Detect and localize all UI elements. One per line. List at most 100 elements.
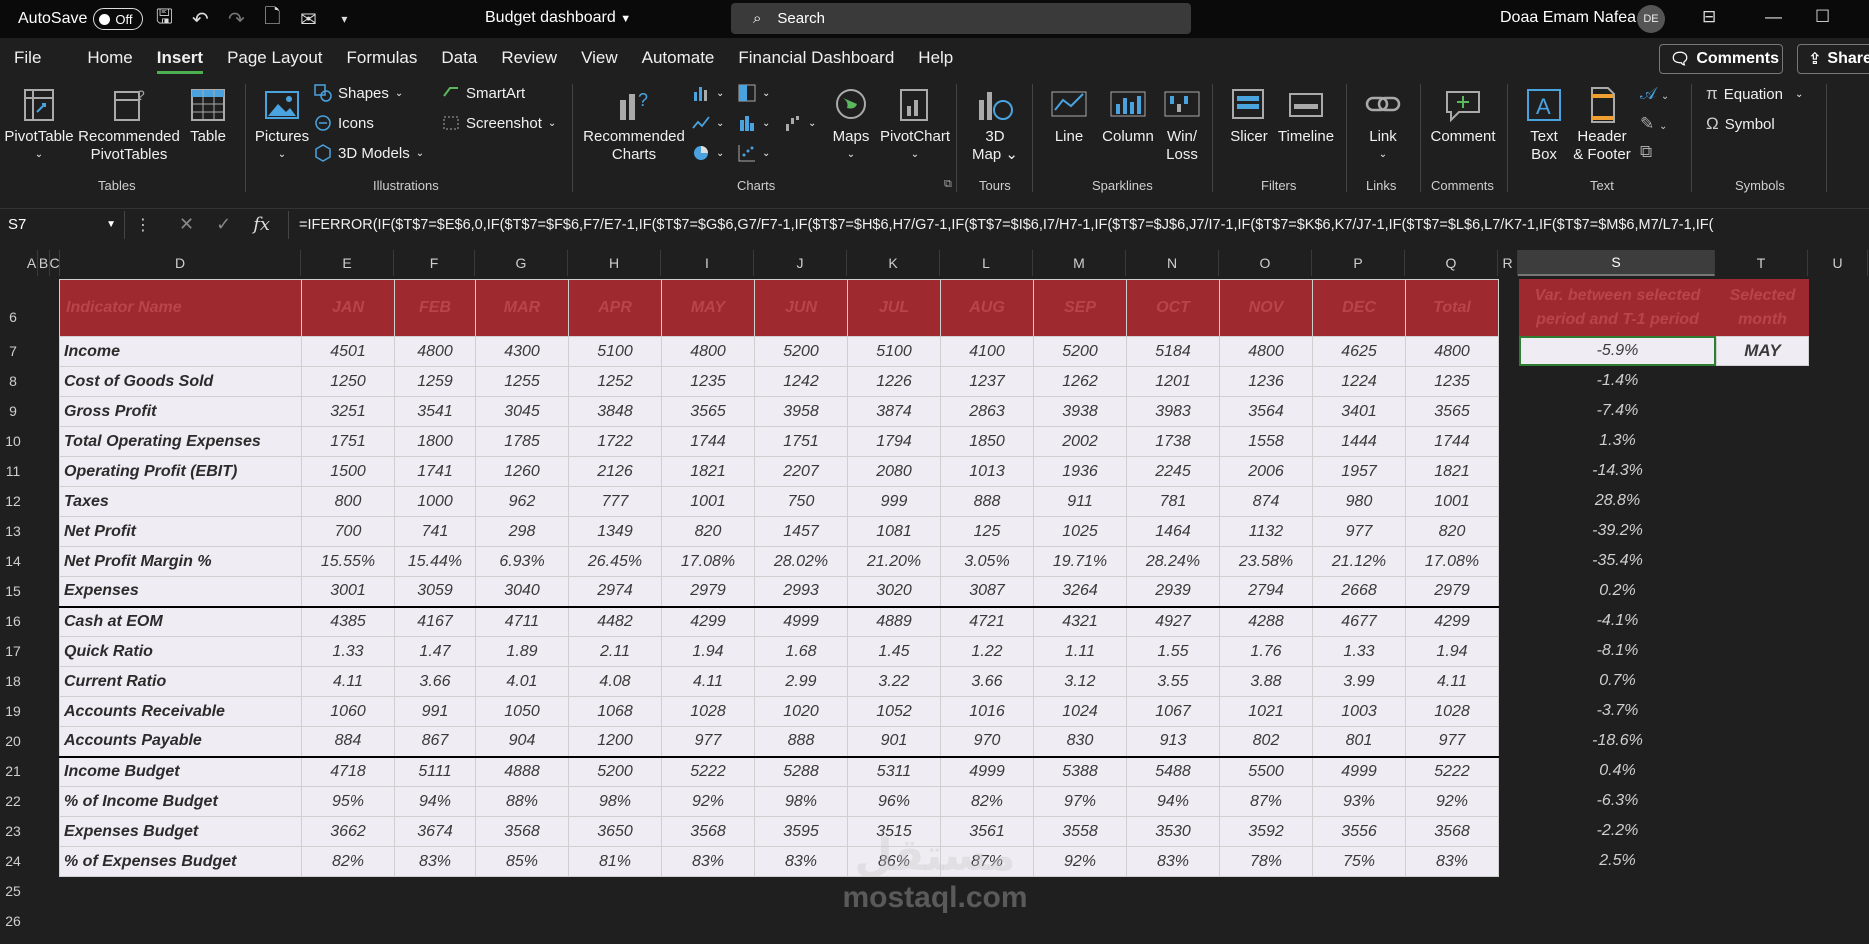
value-cell[interactable]: 1067 — [1126, 696, 1220, 727]
value-cell[interactable]: 98% — [568, 786, 662, 817]
tab-file[interactable]: File — [0, 38, 53, 78]
value-cell[interactable]: 23.58% — [1219, 546, 1313, 577]
column-header-d[interactable]: D — [60, 250, 301, 276]
header-cell-jan[interactable]: JAN — [301, 279, 395, 337]
value-cell[interactable]: 1259 — [394, 366, 476, 397]
value-cell[interactable]: 1794 — [847, 426, 941, 457]
header-cell-mar[interactable]: MAR — [475, 279, 569, 337]
value-cell[interactable]: 1957 — [1312, 456, 1406, 487]
3d-models-button[interactable]: 3D Models ⌄ — [314, 144, 424, 162]
recommended-pivottables-button[interactable]: ? Recommended PivotTables — [77, 86, 181, 164]
value-cell[interactable]: 88% — [475, 786, 569, 817]
column-header-g[interactable]: G — [475, 250, 568, 276]
variance-cell[interactable]: -18.6% — [1519, 726, 1716, 756]
value-cell[interactable]: 1060 — [301, 696, 395, 727]
value-cell[interactable]: 820 — [661, 516, 755, 547]
value-cell[interactable]: 83% — [1405, 846, 1499, 877]
value-cell[interactable]: 75% — [1312, 846, 1406, 877]
value-cell[interactable]: 96% — [847, 786, 941, 817]
value-cell[interactable]: 802 — [1219, 726, 1313, 757]
value-cell[interactable]: 4999 — [1312, 755, 1406, 787]
email-icon[interactable]: ✉ — [293, 7, 323, 32]
value-cell[interactable]: 4800 — [1405, 336, 1499, 367]
indicator-name-cell[interactable]: Income Budget — [59, 755, 302, 787]
column-header-i[interactable]: I — [661, 250, 754, 276]
value-cell[interactable]: 4482 — [568, 605, 662, 637]
variance-cell[interactable]: -14.3% — [1519, 456, 1716, 486]
value-cell[interactable]: 3662 — [301, 816, 395, 847]
indicator-name-cell[interactable]: Accounts Payable — [59, 726, 302, 757]
comment-button[interactable]: Comment — [1428, 86, 1498, 146]
value-cell[interactable]: 1224 — [1312, 366, 1406, 397]
value-cell[interactable]: 5311 — [847, 755, 941, 787]
column-header-q[interactable]: Q — [1405, 250, 1498, 276]
value-cell[interactable]: 4625 — [1312, 336, 1406, 367]
value-cell[interactable]: 1236 — [1219, 366, 1313, 397]
maximize-icon[interactable]: ☐ — [1815, 7, 1830, 27]
row-header-25[interactable]: 25 — [0, 876, 26, 906]
value-cell[interactable]: 1457 — [754, 516, 848, 547]
indicator-name-cell[interactable]: Expenses Budget — [59, 816, 302, 847]
row-header-18[interactable]: 18 — [0, 666, 26, 696]
row-header-23[interactable]: 23 — [0, 816, 26, 846]
value-cell[interactable]: 3983 — [1126, 396, 1220, 427]
value-cell[interactable]: 3530 — [1126, 816, 1220, 847]
value-cell[interactable]: 1201 — [1126, 366, 1220, 397]
value-cell[interactable]: 3.66 — [940, 666, 1034, 697]
row-header-15[interactable]: 15 — [0, 576, 26, 606]
customize-toolbar-icon[interactable]: ▾ — [329, 12, 359, 26]
value-cell[interactable]: 1800 — [394, 426, 476, 457]
header-cell-jun[interactable]: JUN — [754, 279, 848, 337]
row-header-26[interactable]: 26 — [0, 906, 26, 936]
row-header-21[interactable]: 21 — [0, 756, 26, 786]
value-cell[interactable]: 977 — [1405, 726, 1499, 757]
column-header-h[interactable]: H — [568, 250, 661, 276]
value-cell[interactable]: 1464 — [1126, 516, 1220, 547]
value-cell[interactable]: 1250 — [301, 366, 395, 397]
value-cell[interactable]: 5200 — [754, 336, 848, 367]
statistic-chart-button[interactable]: ⌄ — [738, 114, 770, 132]
column-header-e[interactable]: E — [301, 250, 394, 276]
value-cell[interactable]: 2863 — [940, 396, 1034, 427]
value-cell[interactable]: 1751 — [754, 426, 848, 457]
sparkline-winloss-button[interactable]: Win/ Loss — [1160, 86, 1204, 164]
variance-cell[interactable]: 28.8% — [1519, 486, 1716, 516]
value-cell[interactable]: 1.94 — [661, 636, 755, 667]
value-cell[interactable]: 1785 — [475, 426, 569, 457]
value-cell[interactable]: 1.11 — [1033, 636, 1127, 667]
value-cell[interactable]: 1237 — [940, 366, 1034, 397]
value-cell[interactable]: 2.11 — [568, 636, 662, 667]
value-cell[interactable]: 999 — [847, 486, 941, 517]
value-cell[interactable]: 741 — [394, 516, 476, 547]
value-cell[interactable]: 92% — [1405, 786, 1499, 817]
value-cell[interactable]: 1741 — [394, 456, 476, 487]
value-cell[interactable]: 2794 — [1219, 576, 1313, 607]
value-cell[interactable]: 3958 — [754, 396, 848, 427]
variance-header[interactable]: Var. between selected period and T-1 per… — [1519, 279, 1716, 336]
value-cell[interactable]: 3565 — [661, 396, 755, 427]
3d-map-button[interactable]: 3D Map ⌄ — [968, 86, 1022, 164]
value-cell[interactable]: 2002 — [1033, 426, 1127, 457]
header-cell-feb[interactable]: FEB — [394, 279, 476, 337]
header-footer-button[interactable]: Header & Footer — [1570, 86, 1634, 164]
value-cell[interactable]: 98% — [754, 786, 848, 817]
value-cell[interactable]: 4999 — [940, 755, 1034, 787]
value-cell[interactable]: 1744 — [1405, 426, 1499, 457]
variance-cell[interactable]: -8.1% — [1519, 636, 1716, 666]
tab-data[interactable]: Data — [429, 38, 489, 78]
value-cell[interactable]: 83% — [661, 846, 755, 877]
variance-cell[interactable]: -39.2% — [1519, 516, 1716, 546]
value-cell[interactable]: 4888 — [475, 755, 569, 787]
shapes-button[interactable]: Shapes ⌄ — [314, 84, 403, 102]
variance-cell[interactable]: -2.2% — [1519, 816, 1716, 846]
avatar[interactable]: DE — [1637, 5, 1665, 33]
value-cell[interactable]: 980 — [1312, 486, 1406, 517]
row-header-6[interactable]: 6 — [0, 297, 26, 336]
tab-automate[interactable]: Automate — [630, 38, 727, 78]
value-cell[interactable]: 1.33 — [301, 636, 395, 667]
value-cell[interactable]: 6.93% — [475, 546, 569, 577]
cancel-icon[interactable]: ✕ — [179, 214, 194, 235]
value-cell[interactable]: 4.01 — [475, 666, 569, 697]
value-cell[interactable]: 3264 — [1033, 576, 1127, 607]
value-cell[interactable]: 1050 — [475, 696, 569, 727]
